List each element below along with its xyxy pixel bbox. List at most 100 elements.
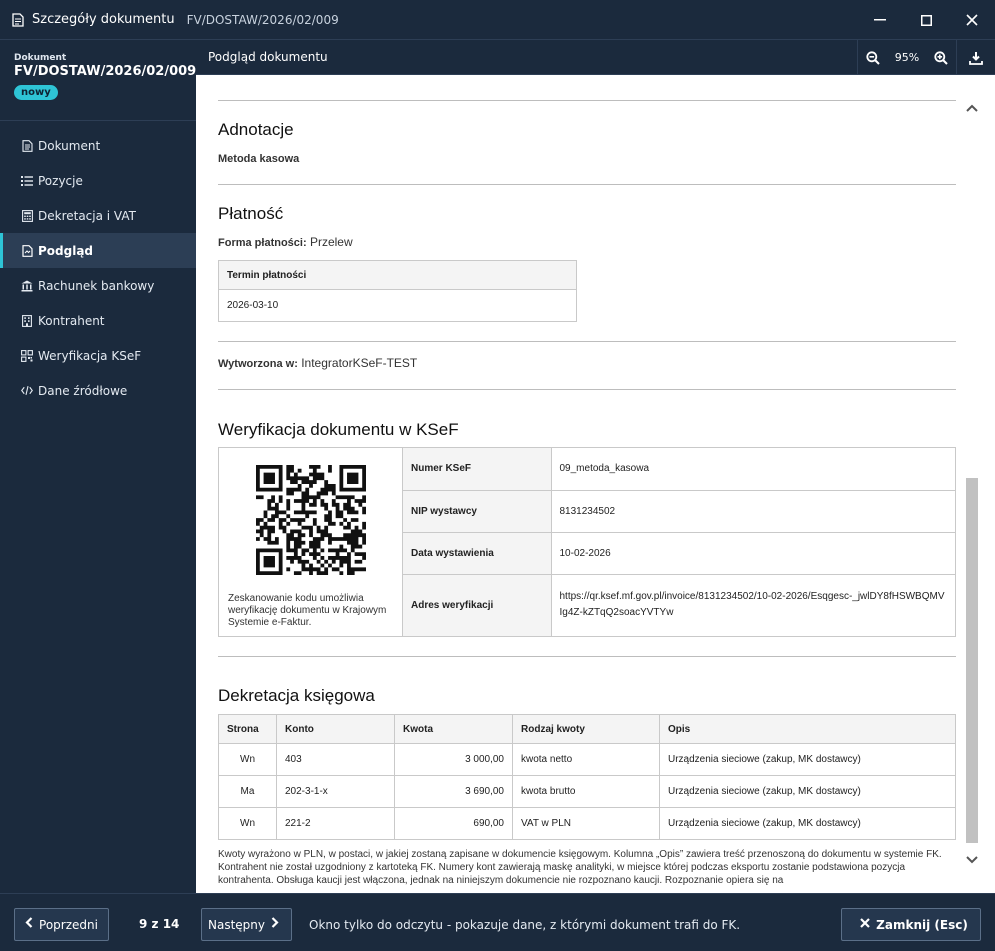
cell-konto: 202-3-1-x: [276, 775, 395, 808]
download-icon: [969, 51, 983, 65]
chevron-down-icon: [966, 856, 978, 864]
cell-kwota: 3 000,00: [394, 743, 513, 776]
ksef-key: NIP wystawcy: [403, 490, 552, 533]
cell-konto: 221-2: [276, 807, 395, 840]
cell-opis: Urządzenia sieciowe (zakup, MK dostawcy): [659, 807, 956, 840]
sidebar-item-label: Dokument: [38, 138, 101, 153]
chevron-right-icon: [271, 917, 279, 932]
divider: [218, 341, 956, 342]
document-icon: [21, 139, 33, 152]
dekretacja-heading: Dekretacja księgowa: [218, 686, 375, 705]
sidebar-item-podglad[interactable]: Podgląd: [0, 233, 196, 268]
ksef-key: Data wystawienia: [403, 532, 552, 575]
adnotacje-heading: Adnotacje: [218, 120, 294, 139]
cell-kwota: 3 690,00: [394, 775, 513, 808]
window-doc-number: FV/DOSTAW/2026/02/009: [186, 12, 339, 27]
divider: [218, 100, 956, 101]
code-icon: [21, 385, 33, 397]
ksef-key: Numer KSeF: [403, 448, 552, 491]
sidebar-item-label: Pozycje: [38, 173, 83, 188]
verification-url[interactable]: https://qr.ksef.mf.gov.pl/invoice/813123…: [551, 574, 955, 636]
scroll-up-button[interactable]: [962, 98, 982, 118]
dekretacja-note: Kwoty wyrażono w PLN, w postaci, w jakie…: [218, 849, 942, 886]
sidebar-item-pozycje[interactable]: Pozycje: [0, 163, 196, 198]
zoom-in-icon: [934, 50, 948, 65]
ksef-heading: Weryfikacja dokumentu w KSeF: [218, 420, 459, 439]
chevron-left-icon: [25, 917, 33, 932]
sidebar-item-rachunek[interactable]: Rachunek bankowy: [0, 268, 196, 303]
sidebar-item-dane-zrodlowe[interactable]: Dane źródłowe: [0, 373, 196, 408]
sidebar-item-dekretacja[interactable]: Dekretacja i VAT: [0, 198, 196, 233]
metoda-kasowa-label: Metoda kasowa: [218, 153, 300, 165]
qr-code[interactable]: [256, 465, 366, 575]
divider: [218, 389, 956, 390]
sidebar-item-kontrahent[interactable]: Kontrahent: [0, 303, 196, 338]
wytworzona-w: Wytworzona w: IntegratorKSeF-TEST: [218, 356, 418, 370]
termin-header: Termin płatności: [218, 260, 577, 290]
sidebar-item-label: Dane źródłowe: [38, 383, 128, 398]
previous-button[interactable]: Poprzedni: [14, 908, 109, 941]
cell-rodzaj: kwota netto: [512, 743, 660, 776]
column-header: Kwota: [394, 714, 513, 744]
maximize-button[interactable]: [902, 0, 950, 40]
divider: [218, 184, 956, 185]
zoom-toolbar: 95%: [857, 40, 995, 75]
cell-konto: 403: [276, 743, 395, 776]
ksef-verification-box: Zeskanowanie kodu umożliwia weryfikację …: [218, 447, 956, 637]
qr-icon: [21, 349, 33, 362]
column-header: Rodzaj kwoty: [512, 714, 660, 744]
title-bar: Szczegóły dokumentu FV/DOSTAW/2026/02/00…: [0, 0, 995, 40]
sidebar-item-label: Weryfikacja KSeF: [38, 348, 142, 363]
sidebar-item-label: Rachunek bankowy: [38, 278, 155, 293]
document-icon: [12, 12, 24, 27]
cell-strona: Wn: [218, 743, 277, 776]
sidebar-item-label: Podgląd: [38, 243, 94, 258]
sidebar-doc-label: Dokument: [14, 53, 67, 63]
minimize-button[interactable]: [856, 0, 904, 40]
ksef-value: 10-02-2026: [551, 532, 955, 575]
preview-title: Podgląd dokumentu: [208, 50, 328, 64]
cell-rodzaj: kwota brutto: [512, 775, 660, 808]
next-label: Następny: [208, 917, 265, 932]
bank-icon: [21, 280, 33, 292]
next-button[interactable]: Następny: [201, 908, 292, 941]
close-icon: [860, 917, 870, 932]
sidebar-item-dokument[interactable]: Dokument: [0, 128, 196, 163]
cell-strona: Wn: [218, 807, 277, 840]
document-scrollbar[interactable]: [962, 88, 982, 878]
zoom-in-button[interactable]: [926, 40, 956, 75]
close-label: Zamknij (Esc): [876, 917, 968, 932]
sidebar-nav: Dokument Pozycje Dekretacja i VAT Podglą…: [0, 128, 196, 408]
sidebar-header: Dokument FV/DOSTAW/2026/02/009 nowy: [0, 40, 196, 121]
close-button[interactable]: Zamknij (Esc): [841, 908, 981, 941]
download-button[interactable]: [957, 40, 995, 75]
scroll-thumb[interactable]: [966, 478, 978, 843]
zoom-out-button[interactable]: [858, 40, 888, 75]
sidebar-item-weryfikacja[interactable]: Weryfikacja KSeF: [0, 338, 196, 373]
footer: Poprzedni 9 z 14 Następny Okno tylko do …: [0, 893, 995, 951]
list-icon: [21, 175, 33, 187]
column-header: Opis: [659, 714, 956, 744]
ksef-key: Adres weryfikacji: [403, 574, 552, 636]
ksef-details-table: Numer KSeF 09_metoda_kasowa NIP wystawcy 8…: [403, 448, 955, 636]
close-window-button[interactable]: [948, 0, 995, 40]
cell-opis: Urządzenia sieciowe (zakup, MK dostawcy): [659, 775, 956, 808]
termin-value: 2026-03-10: [218, 289, 577, 322]
scroll-down-button[interactable]: [962, 850, 982, 870]
dekretacja-table: Strona Konto Kwota Rodzaj kwoty Opis Wn …: [218, 714, 956, 840]
table-row: Wn 221-2 690,00 VAT w PLN Urządzenia sie…: [218, 807, 956, 840]
chevron-up-icon: [966, 104, 978, 112]
sidebar-item-label: Dekretacja i VAT: [38, 208, 136, 223]
zoom-out-icon: [866, 50, 880, 65]
platnosc-heading: Płatność: [218, 204, 284, 223]
ksef-value: 8131234502: [551, 490, 955, 533]
table-row: Wn 403 3 000,00 kwota netto Urządzenia s…: [218, 743, 956, 776]
sidebar-item-label: Kontrahent: [38, 313, 105, 328]
document-preview: Adnotacje Metoda kasowa Płatność Forma p…: [196, 75, 995, 893]
cell-strona: Ma: [218, 775, 277, 808]
column-header: Konto: [276, 714, 395, 744]
sidebar-doc-number: FV/DOSTAW/2026/02/009: [14, 64, 197, 79]
close-icon: [966, 14, 978, 26]
pager: 9 z 14: [139, 917, 180, 931]
termin-table: Termin płatności 2026-03-10: [218, 260, 577, 322]
